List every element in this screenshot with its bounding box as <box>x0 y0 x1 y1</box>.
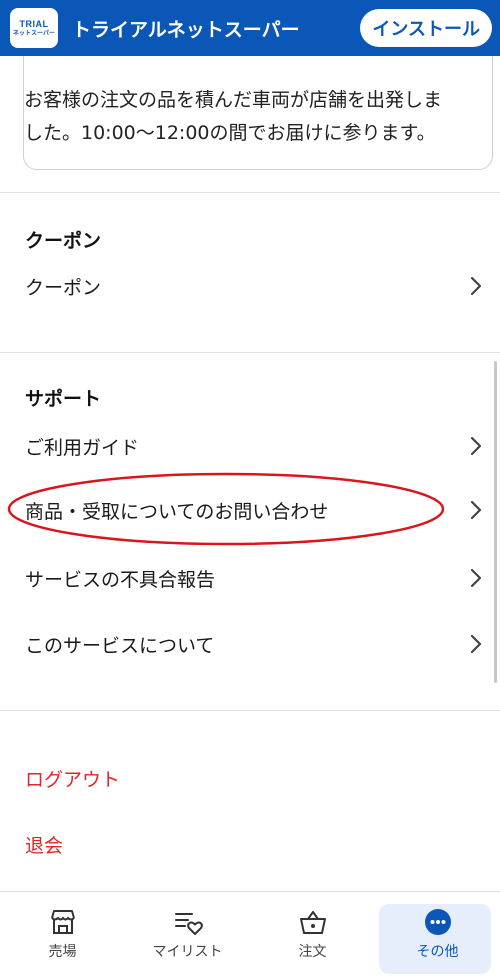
coupon-section-heading: クーポン <box>25 230 102 252</box>
chevron-right-icon <box>470 568 482 588</box>
highlight-annotation <box>7 472 445 546</box>
nav-label: 注文 <box>298 944 327 960</box>
more-icon <box>424 909 451 935</box>
divider <box>0 352 500 353</box>
basket-icon <box>299 911 326 934</box>
menu-item-withdraw[interactable]: 退会 <box>0 818 500 870</box>
nav-label: その他 <box>416 944 459 960</box>
logo-text: TRIAL <box>19 18 49 29</box>
menu-item-label: サービスの不具合報告 <box>25 568 216 591</box>
menu-item-label: このサービスについて <box>25 634 215 657</box>
main-scroll-area[interactable]: お客様の注文の品を積んだ車両が店舗を出発しました。10:00〜12:00の間でお… <box>0 56 500 891</box>
menu-item-about-service[interactable]: このサービスについて <box>0 618 500 670</box>
menu-item-label: クーポン <box>25 276 102 299</box>
chevron-right-icon <box>470 500 482 520</box>
bottom-navigation: 売場 マイリスト 注文 その他 <box>0 891 500 975</box>
menu-item-label: ご利用ガイド <box>25 436 140 459</box>
scrollbar[interactable] <box>494 361 497 683</box>
menu-item-usage-guide[interactable]: ご利用ガイド <box>0 420 500 472</box>
chevron-right-icon <box>470 436 482 456</box>
nav-item-mylist[interactable]: マイリスト <box>125 892 250 976</box>
menu-item-bug-report[interactable]: サービスの不具合報告 <box>0 552 500 604</box>
support-section-heading: サポート <box>25 388 102 410</box>
menu-item-label: ログアウト <box>25 768 121 791</box>
divider <box>0 192 500 193</box>
nav-label: マイリスト <box>152 944 223 960</box>
nav-item-store[interactable]: 売場 <box>0 892 125 976</box>
mylist-heart-icon <box>174 913 203 935</box>
menu-item-coupon[interactable]: クーポン <box>0 260 500 312</box>
store-icon <box>50 910 75 934</box>
chevron-right-icon <box>470 634 482 654</box>
menu-item-logout[interactable]: ログアウト <box>0 752 500 804</box>
divider <box>0 710 500 711</box>
logo-subtext: ネットスーパー <box>13 29 55 37</box>
app-name: トライアルネットスーパー <box>72 18 300 41</box>
delivery-notice-text: お客様の注文の品を積んだ車両が店舗を出発しました。10:00〜12:00の間でお… <box>24 89 443 144</box>
trial-logo-icon: TRIAL ネットスーパー <box>10 8 58 48</box>
chevron-right-icon <box>470 276 482 296</box>
menu-item-label: 退会 <box>25 834 64 857</box>
app-install-banner: TRIAL ネットスーパー トライアルネットスーパー インストール <box>0 0 500 56</box>
nav-label: 売場 <box>48 944 77 960</box>
nav-item-orders[interactable]: 注文 <box>250 892 375 976</box>
nav-item-more[interactable]: その他 <box>375 892 500 976</box>
install-button[interactable]: インストール <box>360 9 492 47</box>
